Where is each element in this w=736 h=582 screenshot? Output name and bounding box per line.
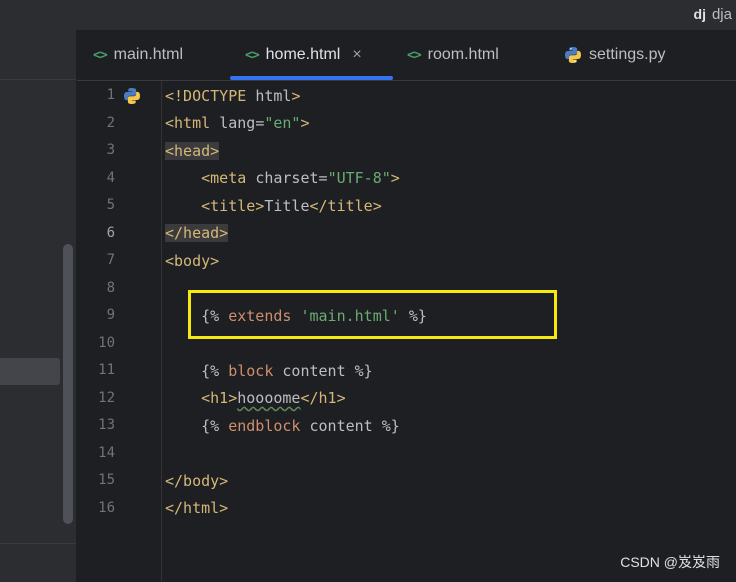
- annotation-highlight-box: [188, 290, 557, 339]
- line-number-gutter[interactable]: 1 2 3 4 5 6 7 8 9 10 11 12 13 14 15 16: [77, 81, 162, 581]
- html-file-icon: <>: [245, 47, 260, 63]
- project-tree-scrollbar[interactable]: [63, 244, 73, 524]
- line-number: 8: [106, 280, 115, 296]
- tab-settings-py[interactable]: settings.py: [564, 30, 665, 80]
- code-line-3: <head>: [165, 142, 220, 160]
- line-number: 3: [106, 142, 115, 158]
- tab-home-html[interactable]: <> home.html ×: [245, 30, 362, 80]
- django-logo-icon: dj: [693, 6, 706, 22]
- tab-label: room.html: [427, 46, 499, 63]
- code-line-2: <html lang="en">: [165, 114, 310, 132]
- line-number: 9: [106, 307, 115, 323]
- line-number: 14: [98, 445, 115, 461]
- tab-room-html[interactable]: <> room.html: [407, 30, 499, 80]
- line-number: 12: [98, 390, 115, 406]
- editor-tab-bar: <> main.html <> home.html × <> room.html…: [77, 30, 736, 81]
- html-file-icon: <>: [407, 47, 422, 63]
- code-line-7: <body>: [165, 252, 220, 270]
- active-tab-indicator: [230, 76, 393, 80]
- tab-label: settings.py: [589, 46, 666, 63]
- line-number: 11: [98, 362, 115, 378]
- code-line-15: </body>: [165, 472, 229, 490]
- line-number: 1: [106, 87, 115, 103]
- line-number: 15: [98, 472, 115, 488]
- typo-warning: hoooome: [237, 389, 301, 407]
- line-number: 10: [98, 335, 115, 351]
- line-number: 7: [106, 252, 115, 268]
- line-number: 16: [98, 500, 115, 516]
- code-line-1: <!DOCTYPE html>: [165, 87, 301, 105]
- project-tree-selected-item[interactable]: [0, 358, 60, 385]
- line-number-current: 6: [106, 225, 115, 241]
- code-line-13: {% endblock content %}: [201, 417, 400, 435]
- code-line-5: <title>Title</title>: [201, 197, 382, 215]
- code-line-4: <meta charset="UTF-8">: [201, 169, 400, 187]
- project-name: dja: [711, 6, 732, 23]
- project-panel-footer: [0, 543, 76, 582]
- tab-label: main.html: [113, 46, 184, 63]
- project-panel-header: [0, 30, 76, 80]
- python-icon[interactable]: [123, 87, 141, 105]
- line-number: 13: [98, 417, 115, 433]
- python-icon: [565, 47, 581, 63]
- watermark: CSDN @岌岌雨: [620, 554, 720, 570]
- close-icon[interactable]: ×: [352, 46, 361, 64]
- code-line-12: <h1>hoooome</h1>: [201, 389, 346, 407]
- tab-main-html[interactable]: <> main.html: [93, 30, 183, 80]
- project-widget[interactable]: dj dja: [694, 6, 732, 23]
- line-number: 5: [106, 197, 115, 213]
- line-number: 2: [106, 115, 115, 131]
- code-line-11: {% block content %}: [201, 362, 373, 380]
- code-line-6: </head>: [165, 224, 229, 242]
- tab-label: home.html: [265, 46, 341, 63]
- code-line-16: </html>: [165, 499, 229, 517]
- html-file-icon: <>: [93, 47, 108, 63]
- line-number: 4: [106, 170, 115, 186]
- project-tool-window: [0, 30, 77, 582]
- title-bar: dj dja: [0, 0, 736, 30]
